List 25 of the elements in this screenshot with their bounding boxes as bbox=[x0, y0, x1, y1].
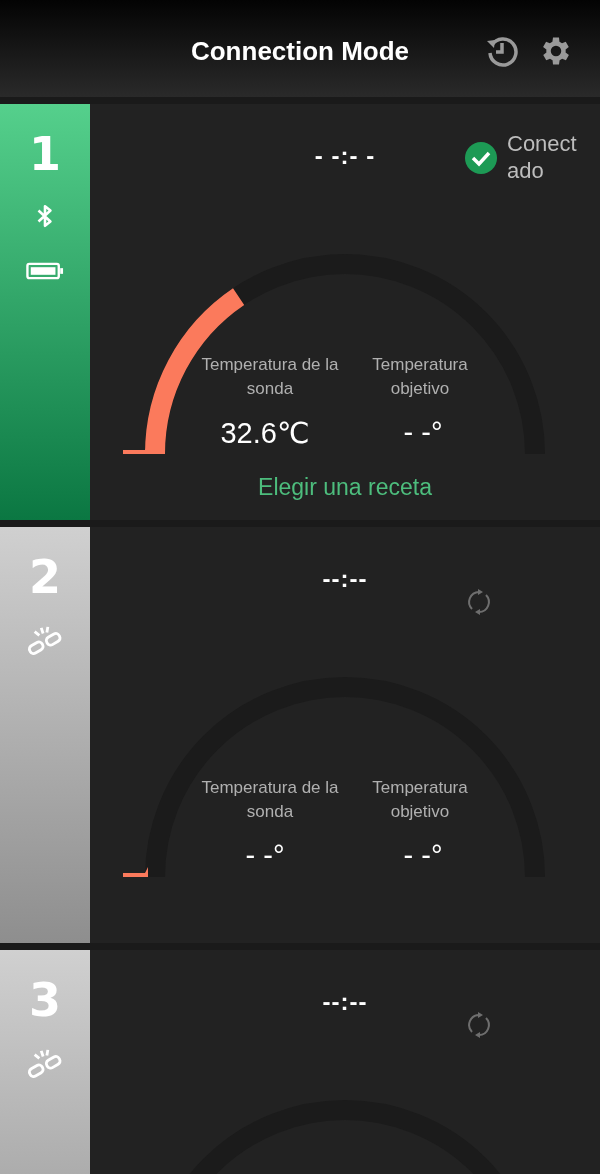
broken-link-icon bbox=[26, 1048, 64, 1080]
probe-temperature-label: Temperatura de la sonda bbox=[200, 777, 340, 823]
battery-icon bbox=[26, 262, 64, 280]
check-icon bbox=[464, 141, 498, 175]
target-temperature-value: - -° bbox=[402, 416, 444, 449]
probe-number: 3 bbox=[29, 978, 61, 1022]
probe-number: 2 bbox=[29, 555, 61, 599]
target-temperature-value: - -° bbox=[402, 839, 444, 872]
gauge-start-marker bbox=[123, 867, 148, 877]
timer-text: --:-- bbox=[322, 988, 368, 1016]
broken-link-icon bbox=[26, 625, 64, 657]
probe-tab[interactable]: 3 bbox=[0, 950, 90, 1174]
timer-text: --:-- bbox=[322, 565, 368, 593]
screen-title: Connection Mode bbox=[190, 36, 410, 67]
probe-temperature-label: Temperatura de la sonda bbox=[200, 354, 340, 400]
probe-number: 1 bbox=[29, 132, 61, 176]
probe-temperature-value: 32.6℃ bbox=[219, 416, 311, 450]
choose-recipe-link[interactable]: Elegir una receta bbox=[258, 474, 432, 501]
probe-tab[interactable]: 1 bbox=[0, 104, 90, 520]
status-text: Conectado bbox=[507, 130, 578, 184]
probe-temperature-value: - -° bbox=[244, 839, 286, 872]
timer-text: - -:- - bbox=[314, 142, 376, 170]
target-temperature-label: Temperatura objetivo bbox=[371, 777, 469, 823]
target-temperature-label: Temperatura objetivo bbox=[371, 354, 469, 400]
probe-tab[interactable]: 2 bbox=[0, 527, 90, 943]
